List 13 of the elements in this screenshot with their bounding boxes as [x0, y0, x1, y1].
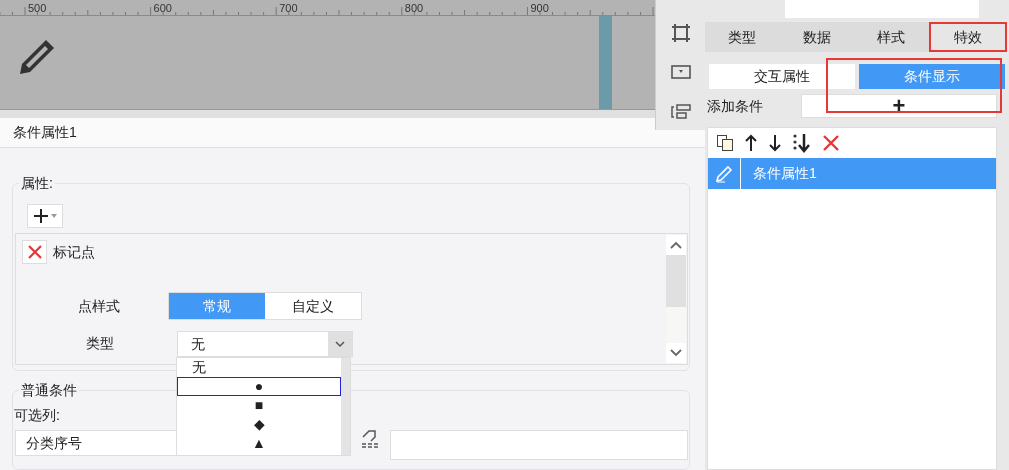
field-label: 类型 [86, 334, 114, 353]
ruler-label: 700 [279, 1, 298, 16]
ruler-label: 500 [28, 1, 47, 16]
ruler-label: 600 [153, 1, 172, 16]
field-label: 添加条件 [706, 96, 764, 116]
ruler-label: 800 [404, 1, 424, 16]
select-value: 无 [190, 334, 206, 354]
ruler-label: 900 [530, 1, 549, 16]
editor-title: 条件属性1 [13, 123, 77, 142]
condition-label: 条件属性1 [740, 158, 817, 189]
property-label: 标记点 [53, 242, 95, 262]
field-label: 点样式 [78, 296, 121, 316]
field-label: 可选列: [14, 406, 60, 425]
